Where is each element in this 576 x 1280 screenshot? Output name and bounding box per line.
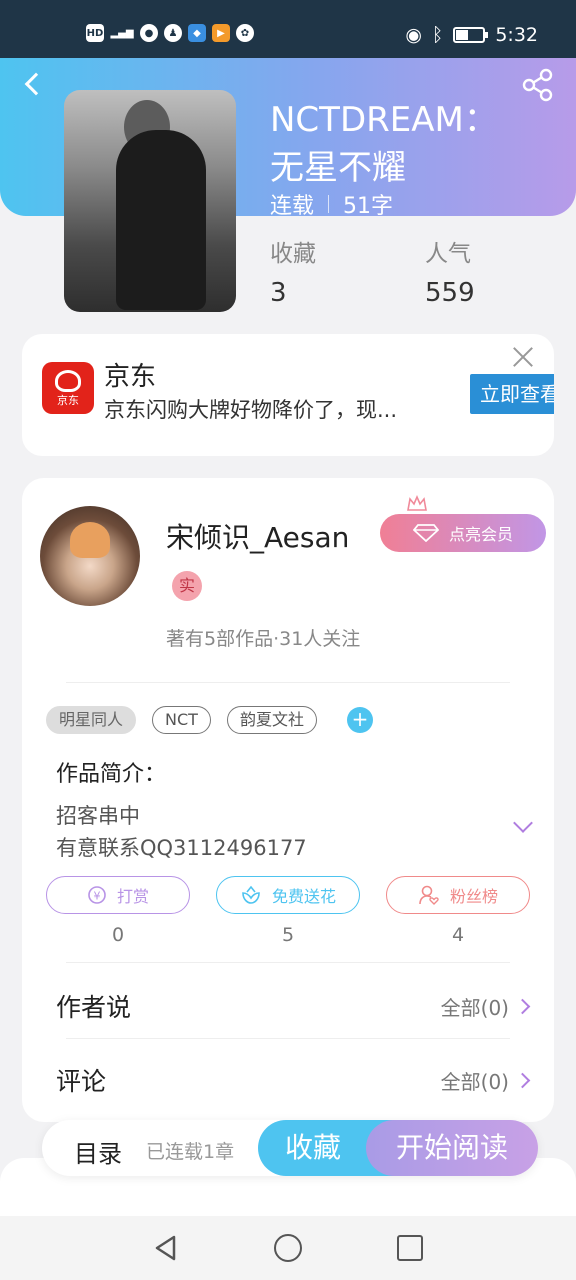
book-cover-image[interactable]	[64, 90, 236, 312]
nav-recents-icon[interactable]	[397, 1235, 423, 1261]
status-time: 5:32	[495, 24, 538, 46]
tag-list: 明星同人 NCT 韵夏文社 +	[46, 706, 373, 734]
jd-logo-icon: 京东	[42, 362, 94, 414]
browser-icon: ●	[140, 24, 158, 42]
tag[interactable]: NCT	[152, 706, 211, 734]
author-stats: 著有5部作品·31人关注	[166, 628, 361, 650]
book-meta: 连载 51字	[270, 188, 393, 220]
add-tag-icon[interactable]: +	[346, 707, 373, 733]
comments-count: 全部(0)	[440, 1069, 509, 1094]
start-reading-button[interactable]: 开始阅读	[366, 1120, 538, 1176]
book-title: NCTDREAM： 无星不耀	[270, 100, 498, 188]
flower-icon	[242, 885, 260, 904]
favorites-label: 收藏	[270, 241, 316, 267]
tag[interactable]: 明星同人	[46, 706, 137, 734]
flower-count: 5	[281, 924, 295, 946]
system-navigation-bar	[0, 1216, 576, 1280]
chevron-right-icon	[514, 998, 531, 1014]
author-say-count: 全部(0)	[440, 995, 509, 1020]
intro-text: 招客串中 有意联系QQ3112496177	[56, 804, 307, 860]
divider	[66, 1038, 510, 1039]
avatar[interactable]	[40, 506, 140, 606]
toc-button[interactable]: 目录	[74, 1134, 122, 1169]
video-icon: ▶	[212, 24, 230, 42]
popularity-count: 559	[425, 278, 475, 308]
app-icon: ◆	[188, 24, 206, 42]
back-button[interactable]	[18, 64, 54, 104]
meta-divider	[328, 195, 330, 213]
qq-icon: ♟	[164, 24, 182, 42]
author-say-title: 作者说	[56, 993, 132, 1022]
status-bar-notification-icons: HD ▂▄▆ ● ♟ ◆ ▶ ✿	[86, 24, 254, 42]
vip-label: 点亮会员	[448, 525, 513, 544]
ad-cta-button[interactable]: 立即查看	[470, 374, 554, 414]
status-bar: HD ▂▄▆ ● ♟ ◆ ▶ ✿ ◉ ᛒ 5:32	[0, 0, 576, 62]
nav-home-icon[interactable]	[274, 1234, 302, 1262]
divider	[66, 682, 510, 683]
chevron-right-icon	[514, 1072, 531, 1088]
expand-chevron-icon[interactable]	[513, 813, 533, 833]
bottom-action-bar: 目录 已连载1章 收藏 开始阅读	[42, 1120, 538, 1176]
comments-row[interactable]: 评论 全部(0)	[56, 1052, 531, 1108]
book-word-count: 51字	[343, 194, 394, 219]
fan-count: 4	[451, 924, 465, 946]
back-arrow-icon	[24, 72, 48, 96]
eye-icon: ◉	[405, 24, 422, 46]
popularity-label: 人气	[425, 241, 471, 267]
favorites-count: 3	[270, 278, 287, 308]
diamond-icon	[412, 524, 439, 542]
author-name[interactable]: 宋倾识_Aesan	[166, 516, 349, 556]
bluetooth-icon: ᛒ	[431, 24, 444, 46]
ad-close-icon[interactable]	[510, 344, 536, 370]
battery-icon	[453, 27, 489, 43]
chapter-count: 已连载1章	[146, 1141, 235, 1163]
coin-icon: ¥	[88, 886, 106, 904]
ad-title: 京东	[104, 362, 157, 392]
author-say-row[interactable]: 作者说 全部(0)	[56, 978, 531, 1034]
comments-title: 评论	[56, 1067, 107, 1096]
tip-button[interactable]: ¥ 打赏	[46, 876, 190, 914]
vip-button[interactable]: 点亮会员	[380, 514, 546, 552]
signal-icon: ▂▄▆	[110, 27, 134, 39]
ad-banner[interactable]: 京东 京东 京东闪购大牌好物降价了，现... 立即查看	[22, 334, 554, 456]
tip-count: 0	[111, 924, 125, 946]
intro-title: 作品简介：	[56, 762, 167, 787]
fan-user-icon	[419, 885, 439, 905]
ad-description: 京东闪购大牌好物降价了，现...	[104, 398, 398, 422]
send-flower-button[interactable]: 免费送花	[216, 876, 360, 914]
book-status: 连载	[270, 194, 315, 219]
fan-ranking-button[interactable]: 粉丝榜	[386, 876, 530, 914]
crown-icon	[407, 494, 427, 511]
divider	[66, 962, 510, 963]
verified-badge: 实	[172, 571, 202, 601]
svg-text:¥: ¥	[93, 890, 100, 903]
tag[interactable]: 韵夏文社	[226, 706, 317, 734]
author-card: 宋倾识_Aesan 点亮会员 实 著有5部作品·31人关注 明星同人 NCT 韵…	[22, 478, 554, 1122]
nav-back-icon[interactable]	[152, 1234, 180, 1262]
wechat-icon: ✿	[236, 24, 254, 42]
status-bar-system-icons: ◉ ᛒ 5:32	[405, 24, 538, 46]
hd-icon: HD	[86, 24, 104, 42]
